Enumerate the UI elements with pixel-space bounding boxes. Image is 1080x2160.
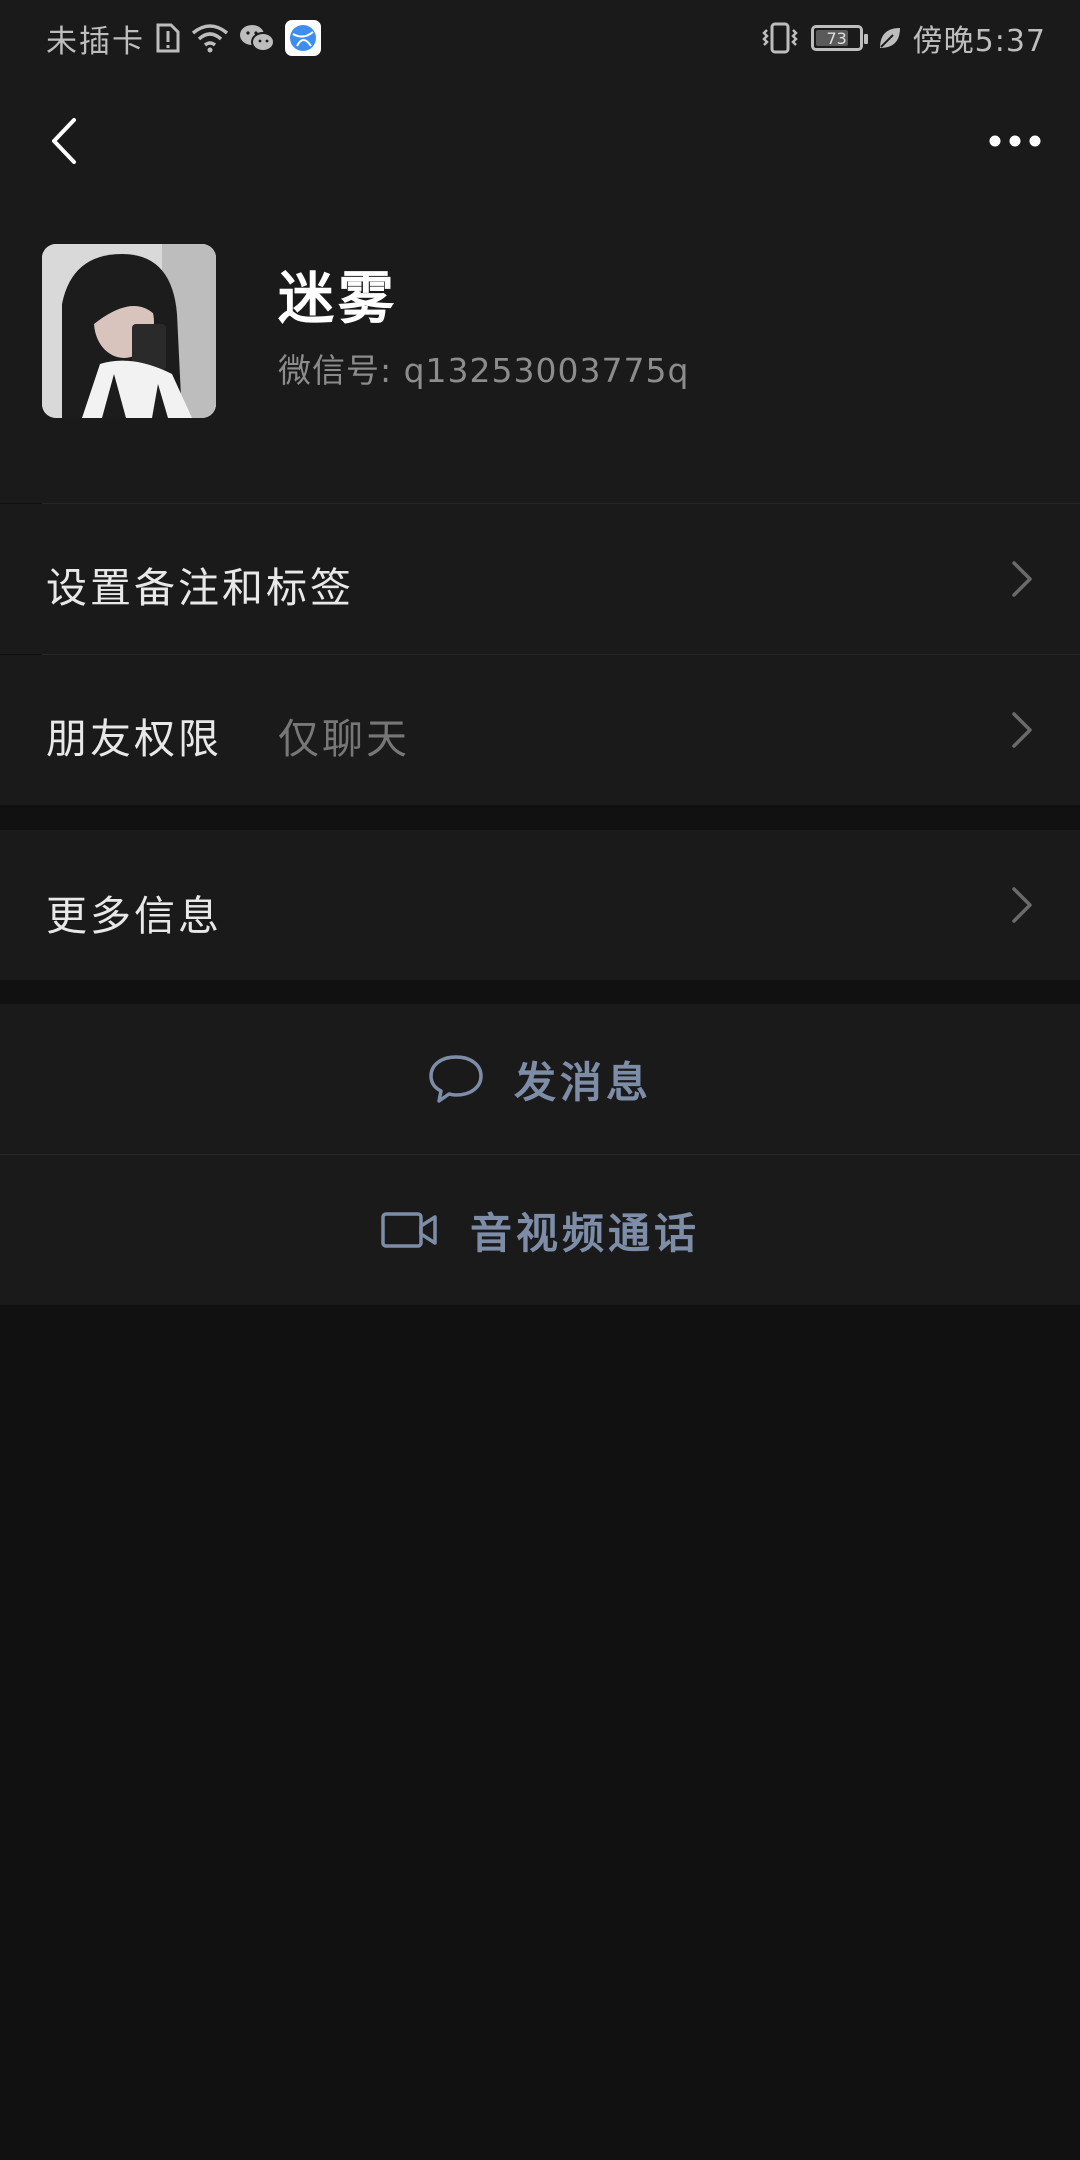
carrier-label: 未插卡 bbox=[46, 23, 145, 60]
send-message-label: 发消息 bbox=[513, 1057, 652, 1107]
voice-video-call-label: 音视频通话 bbox=[469, 1208, 700, 1258]
vibrate-icon bbox=[759, 22, 801, 54]
status-bar-left: 未插卡 bbox=[46, 18, 321, 60]
clock: 傍晚5:37 bbox=[912, 24, 1046, 59]
profile-header: 迷雾 微信号: q13253003775q bbox=[0, 206, 1080, 503]
chevron-right-icon bbox=[1012, 561, 1032, 597]
voice-video-call-button[interactable]: 音视频通话 bbox=[0, 1155, 1080, 1305]
avatar[interactable] bbox=[42, 244, 216, 418]
status-bar: 未插卡 73 傍晚5:37 bbox=[0, 0, 1080, 76]
leaf-icon bbox=[877, 25, 903, 51]
friend-permissions-row[interactable]: 朋友权限 仅聊天 bbox=[0, 655, 1080, 805]
wechat-id-value: q13253003775q bbox=[403, 351, 690, 390]
more-info-row[interactable]: 更多信息 bbox=[0, 830, 1080, 980]
wechat-id-label: 微信号: bbox=[278, 351, 404, 390]
video-camera-icon bbox=[381, 1212, 437, 1248]
friend-permissions-label: 朋友权限 bbox=[46, 715, 222, 763]
browser-icon bbox=[285, 20, 321, 56]
contact-name: 迷雾 bbox=[278, 267, 398, 332]
contact-profile-page: 未插卡 73 傍晚5:37 迷雾 微信号: q13253003775q 设置备注… bbox=[0, 0, 1080, 2160]
nav-bar bbox=[0, 76, 1080, 206]
chevron-right-icon bbox=[1012, 712, 1032, 748]
wifi-icon bbox=[191, 23, 229, 53]
set-remark-and-tags-row[interactable]: 设置备注和标签 bbox=[0, 504, 1080, 654]
more-dots-icon bbox=[989, 135, 1041, 147]
wechat-id: 微信号: q13253003775q bbox=[278, 344, 689, 392]
send-message-button[interactable]: 发消息 bbox=[0, 1004, 1080, 1154]
sim-alert-icon bbox=[155, 22, 181, 54]
status-bar-right: 73 傍晚5:37 bbox=[759, 18, 1046, 59]
chevron-right-icon bbox=[1012, 887, 1032, 923]
chat-bubble-icon bbox=[429, 1055, 483, 1103]
friend-permissions-value: 仅聊天 bbox=[278, 715, 410, 763]
back-button[interactable] bbox=[28, 106, 98, 176]
chevron-left-icon bbox=[52, 118, 76, 164]
more-button[interactable] bbox=[980, 106, 1050, 176]
more-info-label: 更多信息 bbox=[46, 892, 222, 940]
wechat-icon bbox=[239, 23, 275, 53]
battery-level: 73 bbox=[826, 28, 847, 48]
battery-icon: 73 bbox=[810, 25, 868, 51]
set-remark-label: 设置备注和标签 bbox=[46, 564, 354, 612]
